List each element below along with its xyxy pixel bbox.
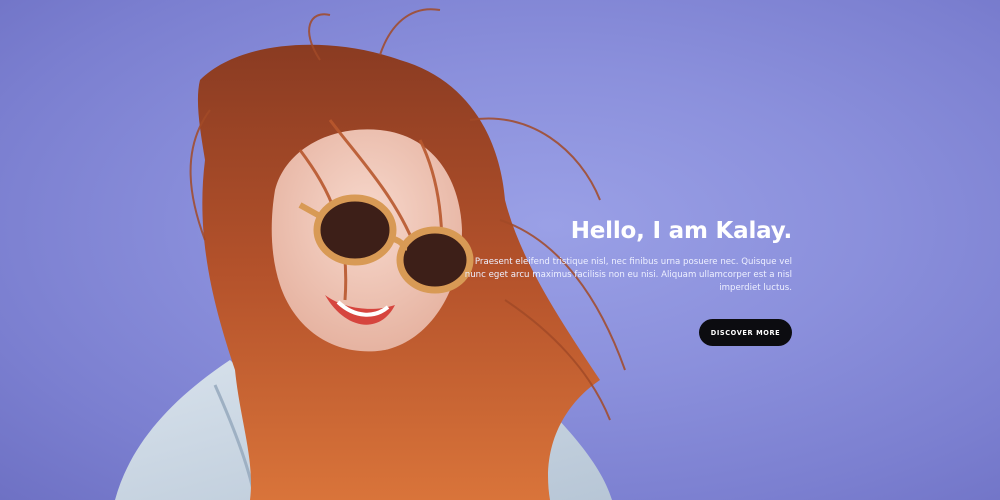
hero-section: Hello, I am Kalay. Praesent eleifend tri…: [0, 0, 1000, 500]
hero-content: Hello, I am Kalay. Praesent eleifend tri…: [452, 214, 792, 295]
hero-description: Praesent eleifend tristique nisl, nec fi…: [464, 257, 792, 293]
discover-more-button[interactable]: DISCOVER MORE: [699, 319, 792, 346]
hero-title: Hello, I am Kalay.: [570, 218, 792, 244]
